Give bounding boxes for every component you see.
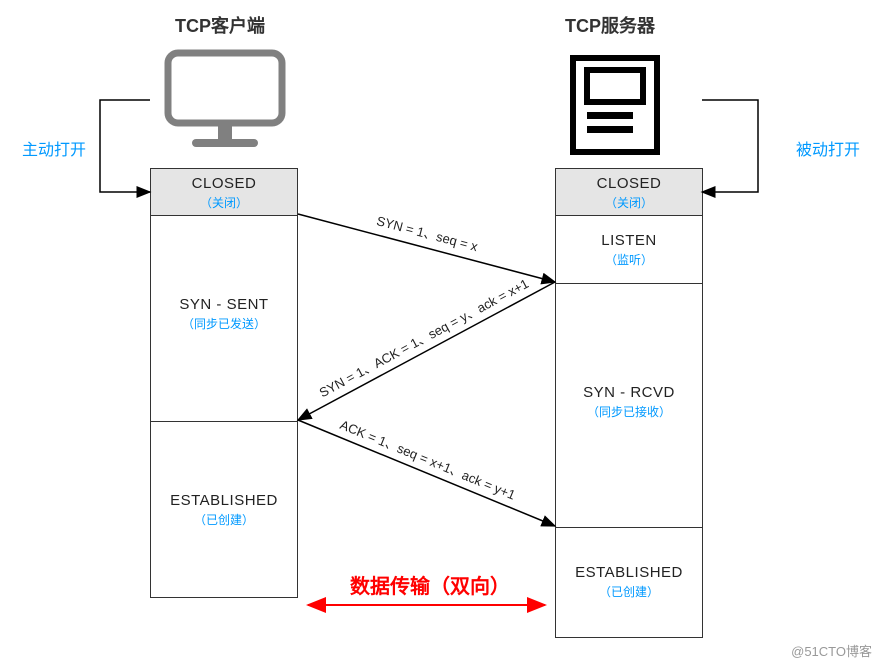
server-state-listen: LISTEN （监听） <box>556 215 702 283</box>
client-state-synsent: SYN - SENT （同步已发送） <box>151 215 297 421</box>
state-title: SYN - SENT <box>153 296 295 313</box>
msg3-text: ACK = 1、seq = x+1、ack = y+1 <box>338 417 518 503</box>
msg2-text: SYN = 1、ACK = 1、seq = y、ack = x+1 <box>317 276 531 400</box>
client-state-closed: CLOSED （关闭） <box>151 169 297 215</box>
state-title: SYN - RCVD <box>558 384 700 401</box>
state-title: LISTEN <box>558 232 700 249</box>
state-title: ESTABLISHED <box>153 492 295 509</box>
state-sub: （同步已接收） <box>558 403 700 420</box>
state-sub: （监听） <box>558 251 700 268</box>
client-title: TCP客户端 <box>175 12 265 38</box>
client-state-established: ESTABLISHED （已创建） <box>151 421 297 599</box>
diagram-arrows: SYN = 1、seq = x SYN = 1、ACK = 1、seq = y、… <box>0 0 880 668</box>
passive-open-label: 被动打开 <box>796 136 860 160</box>
state-title: CLOSED <box>558 175 700 192</box>
state-sub: （已创建） <box>153 511 295 528</box>
data-transfer-label: 数据传输（双向） <box>350 570 510 599</box>
state-sub: （同步已发送） <box>153 315 295 332</box>
client-column: CLOSED （关闭） SYN - SENT （同步已发送） ESTABLISH… <box>150 168 298 598</box>
active-open-label: 主动打开 <box>22 136 86 160</box>
state-sub: （关闭） <box>558 194 700 211</box>
server-state-closed: CLOSED （关闭） <box>556 169 702 215</box>
server-icon <box>565 52 665 163</box>
state-sub: （已创建） <box>558 583 700 600</box>
server-column: CLOSED （关闭） LISTEN （监听） SYN - RCVD （同步已接… <box>555 168 703 638</box>
server-title: TCP服务器 <box>565 12 655 38</box>
server-state-established: ESTABLISHED （已创建） <box>556 527 702 639</box>
state-title: ESTABLISHED <box>558 564 700 581</box>
state-sub: （关闭） <box>153 194 295 211</box>
monitor-icon <box>160 45 290 160</box>
watermark: @51CTO博客 <box>791 641 872 660</box>
msg1-text: SYN = 1、seq = x <box>375 213 480 254</box>
server-state-synrcvd: SYN - RCVD （同步已接收） <box>556 283 702 527</box>
state-title: CLOSED <box>153 175 295 192</box>
